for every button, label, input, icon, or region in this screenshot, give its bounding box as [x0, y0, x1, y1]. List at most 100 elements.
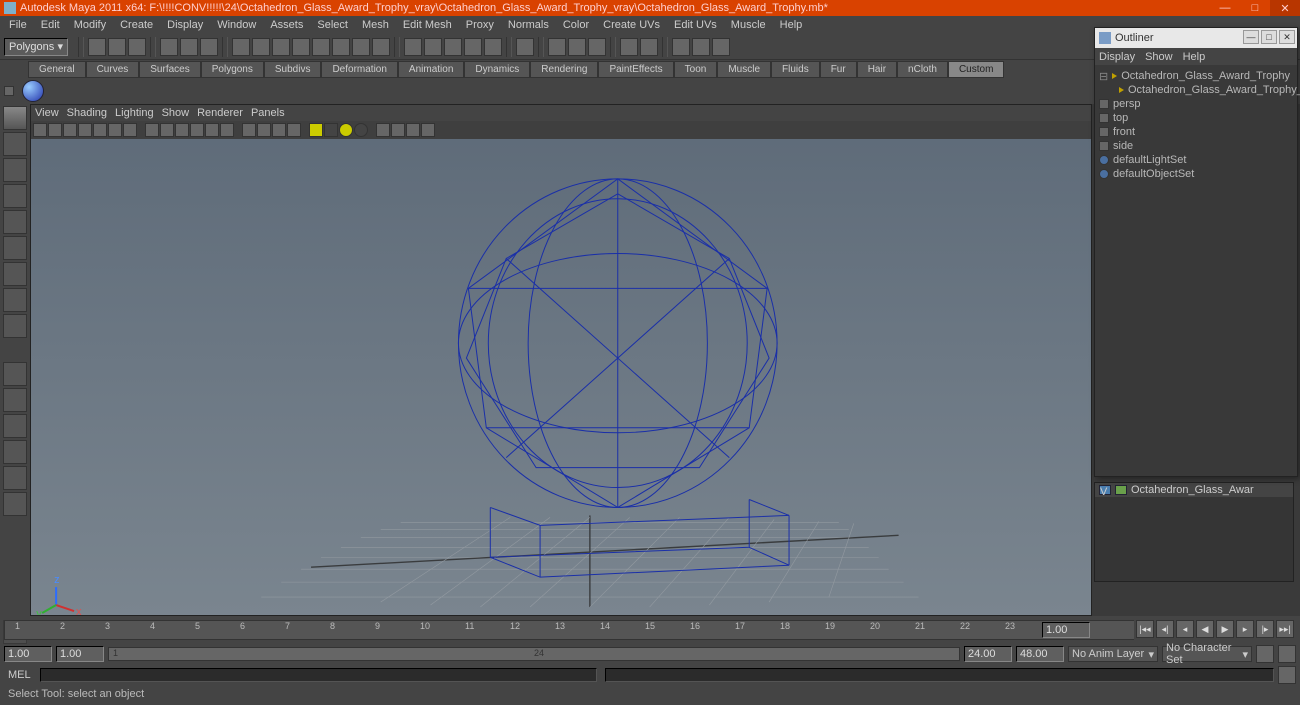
command-input[interactable]: [40, 668, 597, 682]
shelf-tab-muscle[interactable]: Muscle: [717, 61, 771, 78]
playback-start-field[interactable]: 1.00: [56, 646, 104, 662]
panel-tool-16[interactable]: [272, 123, 286, 137]
step-forward-key-button[interactable]: |▸: [1256, 620, 1274, 638]
menu-file[interactable]: File: [2, 17, 34, 33]
mask-button-8[interactable]: [372, 38, 390, 56]
layout-script[interactable]: [3, 492, 27, 516]
module-selector[interactable]: Polygons▾: [4, 38, 68, 56]
shelf-tab-animation[interactable]: Animation: [398, 61, 464, 78]
range-end-field[interactable]: 48.00: [1016, 646, 1064, 662]
panel-tool-10[interactable]: [175, 123, 189, 137]
layout-single[interactable]: [3, 362, 27, 386]
anim-layer-select[interactable]: No Anim Layer▾: [1068, 646, 1158, 662]
outliner-titlebar[interactable]: Outliner — □ ✕: [1095, 28, 1297, 48]
panel-tool-6[interactable]: [108, 123, 122, 137]
snap-curve-button[interactable]: [424, 38, 442, 56]
misc-button-1[interactable]: [672, 38, 690, 56]
outliner-menu-show[interactable]: Show: [1145, 51, 1173, 63]
open-scene-button[interactable]: [108, 38, 126, 56]
panel-menu-shading[interactable]: Shading: [67, 107, 107, 119]
panel-tool-19[interactable]: [391, 123, 405, 137]
menu-modify[interactable]: Modify: [67, 17, 113, 33]
script-editor-button[interactable]: [1278, 666, 1296, 684]
step-forward-button[interactable]: ▸: [1236, 620, 1254, 638]
snap-grid-button[interactable]: [404, 38, 422, 56]
panel-tool-14[interactable]: [242, 123, 256, 137]
panel-tool-21[interactable]: [421, 123, 435, 137]
mask-button-5[interactable]: [312, 38, 330, 56]
layout-four-button[interactable]: [640, 38, 658, 56]
layout-single-button[interactable]: [620, 38, 638, 56]
panel-tool-11[interactable]: [190, 123, 204, 137]
panel-menu-panels[interactable]: Panels: [251, 107, 285, 119]
select-hierarchy-button[interactable]: [160, 38, 178, 56]
shelf-tab-subdivs[interactable]: Subdivs: [264, 61, 322, 78]
window-maximize-button[interactable]: □: [1240, 0, 1270, 16]
menu-proxy[interactable]: Proxy: [459, 17, 501, 33]
time-slider[interactable]: 123456789101112131415161718192021222324: [4, 620, 1296, 640]
shelf-tab-custom[interactable]: Custom: [948, 61, 1004, 78]
outliner-item[interactable]: top: [1097, 111, 1295, 125]
menu-display[interactable]: Display: [160, 17, 210, 33]
menu-muscle[interactable]: Muscle: [724, 17, 773, 33]
menu-create-uvs[interactable]: Create UVs: [596, 17, 667, 33]
layout-four-view[interactable]: [3, 388, 27, 412]
panel-tool-12[interactable]: [205, 123, 219, 137]
layer-visibility-chip[interactable]: V: [1099, 485, 1111, 495]
panel-light-4[interactable]: [354, 123, 368, 137]
outliner-maximize-button[interactable]: □: [1261, 30, 1277, 44]
panel-menu-show[interactable]: Show: [162, 107, 190, 119]
show-manip-tool[interactable]: [3, 314, 27, 338]
shelf-tab-ncloth[interactable]: nCloth: [897, 61, 948, 78]
lasso-tool[interactable]: [3, 132, 27, 156]
universal-manip-tool[interactable]: [3, 262, 27, 286]
misc-button-2[interactable]: [692, 38, 710, 56]
outliner-tree[interactable]: ⊟Octahedron_Glass_Award_Trophy Octahedro…: [1095, 65, 1297, 185]
menu-mesh[interactable]: Mesh: [355, 17, 396, 33]
outliner-item[interactable]: defaultLightSet: [1097, 153, 1295, 167]
panel-tool-18[interactable]: [376, 123, 390, 137]
range-start-field[interactable]: 1.00: [4, 646, 52, 662]
mask-button-3[interactable]: [272, 38, 290, 56]
move-tool[interactable]: [3, 184, 27, 208]
channel-box[interactable]: V Octahedron_Glass_Awar: [1094, 482, 1294, 582]
goto-start-button[interactable]: |◂◂: [1136, 620, 1154, 638]
select-object-button[interactable]: [180, 38, 198, 56]
panel-tool-20[interactable]: [406, 123, 420, 137]
soft-mod-tool[interactable]: [3, 288, 27, 312]
mask-button-1[interactable]: [232, 38, 250, 56]
outliner-minimize-button[interactable]: —: [1243, 30, 1259, 44]
window-close-button[interactable]: ✕: [1270, 0, 1300, 16]
save-scene-button[interactable]: [128, 38, 146, 56]
render-settings-button[interactable]: [588, 38, 606, 56]
outliner-close-button[interactable]: ✕: [1279, 30, 1295, 44]
menu-edit-uvs[interactable]: Edit UVs: [667, 17, 724, 33]
shelf-tab-fur[interactable]: Fur: [820, 61, 857, 78]
outliner-item[interactable]: defaultObjectSet: [1097, 167, 1295, 181]
select-tool[interactable]: [3, 106, 27, 130]
menu-assets[interactable]: Assets: [263, 17, 310, 33]
viewport-3d[interactable]: z x y: [31, 139, 1091, 615]
outliner-window[interactable]: Outliner — □ ✕ Display Show Help ⊟Octahe…: [1094, 27, 1298, 477]
shelf-tab-fluids[interactable]: Fluids: [771, 61, 820, 78]
panel-tool-15[interactable]: [257, 123, 271, 137]
rotate-tool[interactable]: [3, 210, 27, 234]
outliner-item[interactable]: ⊟Octahedron_Glass_Award_Trophy: [1097, 69, 1295, 83]
panel-tool-4[interactable]: [78, 123, 92, 137]
playback-end-field[interactable]: 24.00: [964, 646, 1012, 662]
ipr-render-button[interactable]: [568, 38, 586, 56]
panel-tool-7[interactable]: [123, 123, 137, 137]
command-language-label[interactable]: MEL: [4, 669, 36, 681]
outliner-item[interactable]: front: [1097, 125, 1295, 139]
snap-point-button[interactable]: [444, 38, 462, 56]
mask-button-6[interactable]: [332, 38, 350, 56]
new-scene-button[interactable]: [88, 38, 106, 56]
layout-hypershade[interactable]: [3, 440, 27, 464]
layout-persp-graph[interactable]: [3, 466, 27, 490]
range-slider[interactable]: 1 24: [108, 647, 960, 661]
step-back-key-button[interactable]: ◂|: [1156, 620, 1174, 638]
panel-menu-view[interactable]: View: [35, 107, 59, 119]
menu-window[interactable]: Window: [210, 17, 263, 33]
panel-tool-9[interactable]: [160, 123, 174, 137]
play-back-button[interactable]: ◀: [1196, 620, 1214, 638]
